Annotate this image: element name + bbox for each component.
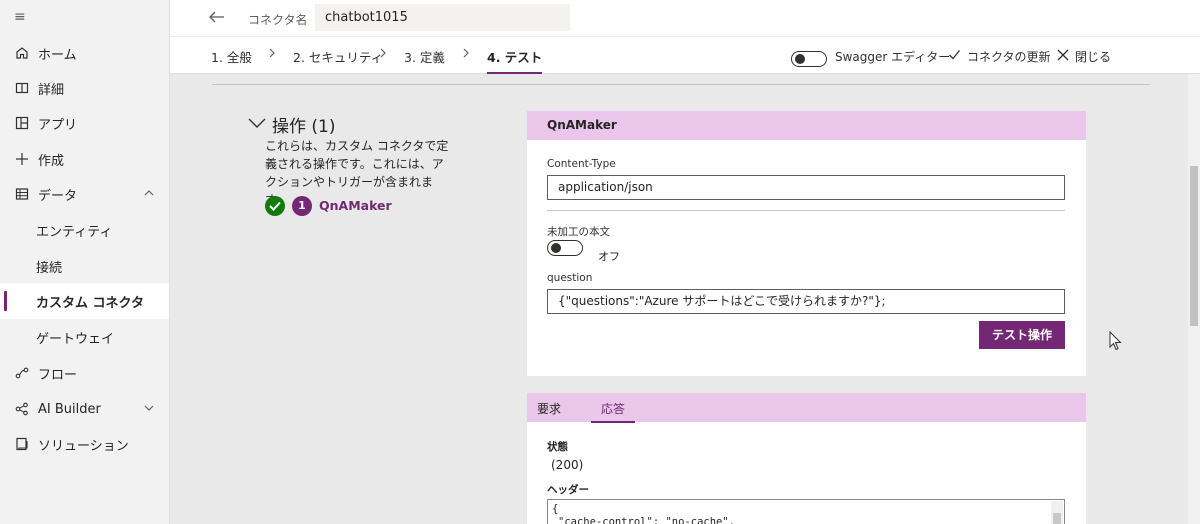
nav-item-connections[interactable]: 接続: [0, 248, 169, 284]
headers-line: {: [552, 503, 559, 515]
tab-request[interactable]: 要求: [537, 400, 561, 417]
nav-label: ゲートウェイ: [36, 331, 115, 347]
operations-header[interactable]: 操作 (1): [248, 112, 335, 137]
connector-name-input[interactable]: [315, 4, 570, 31]
nav-label: データ: [38, 188, 78, 204]
operation-number-badge: 1: [292, 196, 312, 216]
connector-header: コネクタ名: [170, 0, 1200, 37]
content-type-label: Content-Type: [547, 158, 616, 170]
chevron-down-icon: [248, 116, 266, 134]
nav-label: ホーム: [38, 47, 77, 63]
tab-response[interactable]: 応答: [590, 400, 636, 423]
back-arrow-icon[interactable]: [208, 8, 228, 28]
headers-line: "cache-control": "no-cache",: [558, 516, 736, 524]
hamburger-menu-icon[interactable]: ≡: [14, 10, 28, 24]
test-operation-button[interactable]: テスト操作: [979, 321, 1065, 349]
page-scrollbar[interactable]: [1188, 74, 1200, 524]
step-general[interactable]: 1. 全般: [211, 47, 252, 66]
operation-test-card: QnAMaker Content-Type application/json 未…: [527, 111, 1086, 376]
table-icon: [14, 186, 30, 202]
divider: [547, 210, 1065, 211]
operation-qnamaker-link[interactable]: QnAMaker: [319, 198, 392, 213]
step-security[interactable]: 2. セキュリティ: [293, 47, 383, 66]
update-connector-label: コネクタの更新: [967, 50, 1051, 64]
solution-icon: [14, 436, 30, 452]
nav-label: AI Builder: [38, 401, 101, 417]
chevron-right-icon: [378, 46, 388, 64]
nav-label: アプリ: [38, 117, 78, 133]
swagger-editor-label: Swagger エディター: [835, 50, 951, 64]
apps-icon: [14, 115, 30, 131]
chevron-down-icon[interactable]: [143, 402, 157, 416]
nav-label: ソリューション: [38, 438, 129, 454]
nav-label: エンティティ: [36, 224, 113, 240]
nav-label: フロー: [38, 367, 78, 383]
nav-item-home[interactable]: ホーム: [0, 35, 169, 71]
close-button[interactable]: 閉じる: [1057, 48, 1111, 65]
nav-item-apps[interactable]: アプリ: [0, 105, 169, 141]
nav-item-create[interactable]: 作成: [0, 141, 169, 177]
headers-scrollbar[interactable]: [1051, 501, 1063, 524]
ai-builder-icon: [14, 401, 30, 417]
update-connector-button[interactable]: コネクタの更新: [948, 48, 1051, 65]
nav-item-learn[interactable]: 詳細: [0, 70, 169, 106]
nav-label: カスタム コネクタ: [36, 295, 145, 311]
wizard-steps: 1. 全般 2. セキュリティ 3. 定義 4. テスト Swagger エディ…: [170, 37, 1200, 74]
nav-item-data[interactable]: データ: [0, 176, 169, 212]
status-label: 状態: [547, 441, 568, 453]
book-icon: [14, 80, 30, 96]
headers-textbox[interactable]: { "cache-control": "no-cache",: [547, 499, 1065, 524]
flow-icon: [14, 365, 30, 381]
check-icon: [948, 48, 961, 65]
plus-icon: [14, 151, 30, 167]
mouse-cursor-icon: [1109, 331, 1122, 351]
nav-item-gateways[interactable]: ゲートウェイ: [0, 319, 169, 355]
raw-body-label: 未加工の本文: [547, 226, 610, 238]
response-tabs: 要求 応答: [527, 393, 1086, 423]
raw-body-toggle[interactable]: [547, 240, 583, 256]
checkmark-success-icon: [265, 196, 285, 216]
operations-title: 操作 (1): [272, 117, 336, 137]
test-workspace: 操作 (1) これらは、カスタム コネクタで定義される操作です。これには、アクシ…: [170, 74, 1188, 524]
close-icon: [1057, 49, 1069, 65]
headers-label: ヘッダー: [547, 484, 589, 496]
nav-item-custom-connectors[interactable]: カスタム コネクタ: [0, 283, 169, 319]
divider: [212, 84, 1150, 85]
nav-label: 作成: [38, 153, 65, 169]
step-test[interactable]: 4. テスト: [487, 47, 543, 74]
nav-label: 接続: [36, 260, 63, 276]
close-label: 閉じる: [1075, 50, 1112, 64]
chevron-right-icon: [461, 46, 471, 64]
question-input[interactable]: {"questions":"Azure サポートはどこで受けられますか?"};: [547, 289, 1065, 314]
step-definition[interactable]: 3. 定義: [404, 47, 445, 66]
nav-item-ai-builder[interactable]: AI Builder: [0, 391, 169, 427]
nav-label: 詳細: [38, 82, 65, 98]
home-icon: [14, 45, 30, 61]
raw-body-state: オフ: [598, 250, 620, 263]
swagger-editor-toggle[interactable]: [791, 51, 827, 67]
chevron-up-icon[interactable]: [143, 187, 157, 201]
question-label: question: [547, 272, 593, 284]
nav-item-entities[interactable]: エンティティ: [0, 212, 169, 248]
card-title: QnAMaker: [527, 111, 1086, 140]
response-card: 要求 応答 状態 (200) ヘッダー { "cache-control": "…: [527, 393, 1086, 524]
nav-item-solutions[interactable]: ソリューション: [0, 426, 169, 462]
nav-item-flows[interactable]: フロー: [0, 355, 169, 391]
left-navigation: ≡ ホーム 詳細 アプリ 作成 データ エンティティ 接続 カスタム コネクタ …: [0, 0, 170, 524]
scrollbar-thumb[interactable]: [1190, 166, 1198, 326]
status-value: (200): [551, 458, 584, 472]
chevron-right-icon: [267, 46, 277, 64]
content-type-input[interactable]: application/json: [547, 175, 1065, 200]
connector-name-label: コネクタ名: [248, 13, 308, 27]
